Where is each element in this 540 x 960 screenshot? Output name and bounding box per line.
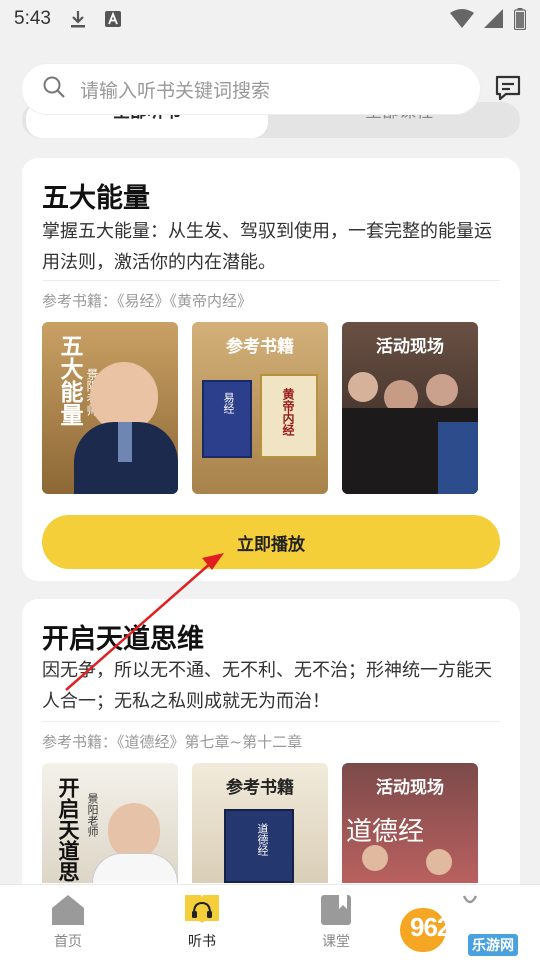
watermark-site: 乐游网	[468, 934, 518, 956]
nav-label: 听书	[188, 934, 216, 950]
bookmark-book-icon	[319, 893, 353, 931]
home-icon	[50, 893, 86, 931]
annotation-arrow	[65, 553, 224, 691]
nav-label: 首页	[54, 934, 82, 950]
nav-classroom[interactable]: 课堂	[286, 885, 386, 960]
nav-home[interactable]: 首页	[18, 885, 118, 960]
nav-label: 课堂	[322, 934, 350, 950]
book-headphones-icon	[183, 893, 221, 929]
nav-audiobooks[interactable]: 听书	[152, 885, 252, 960]
watermark-logo: 962.NET 乐游网	[400, 904, 534, 956]
